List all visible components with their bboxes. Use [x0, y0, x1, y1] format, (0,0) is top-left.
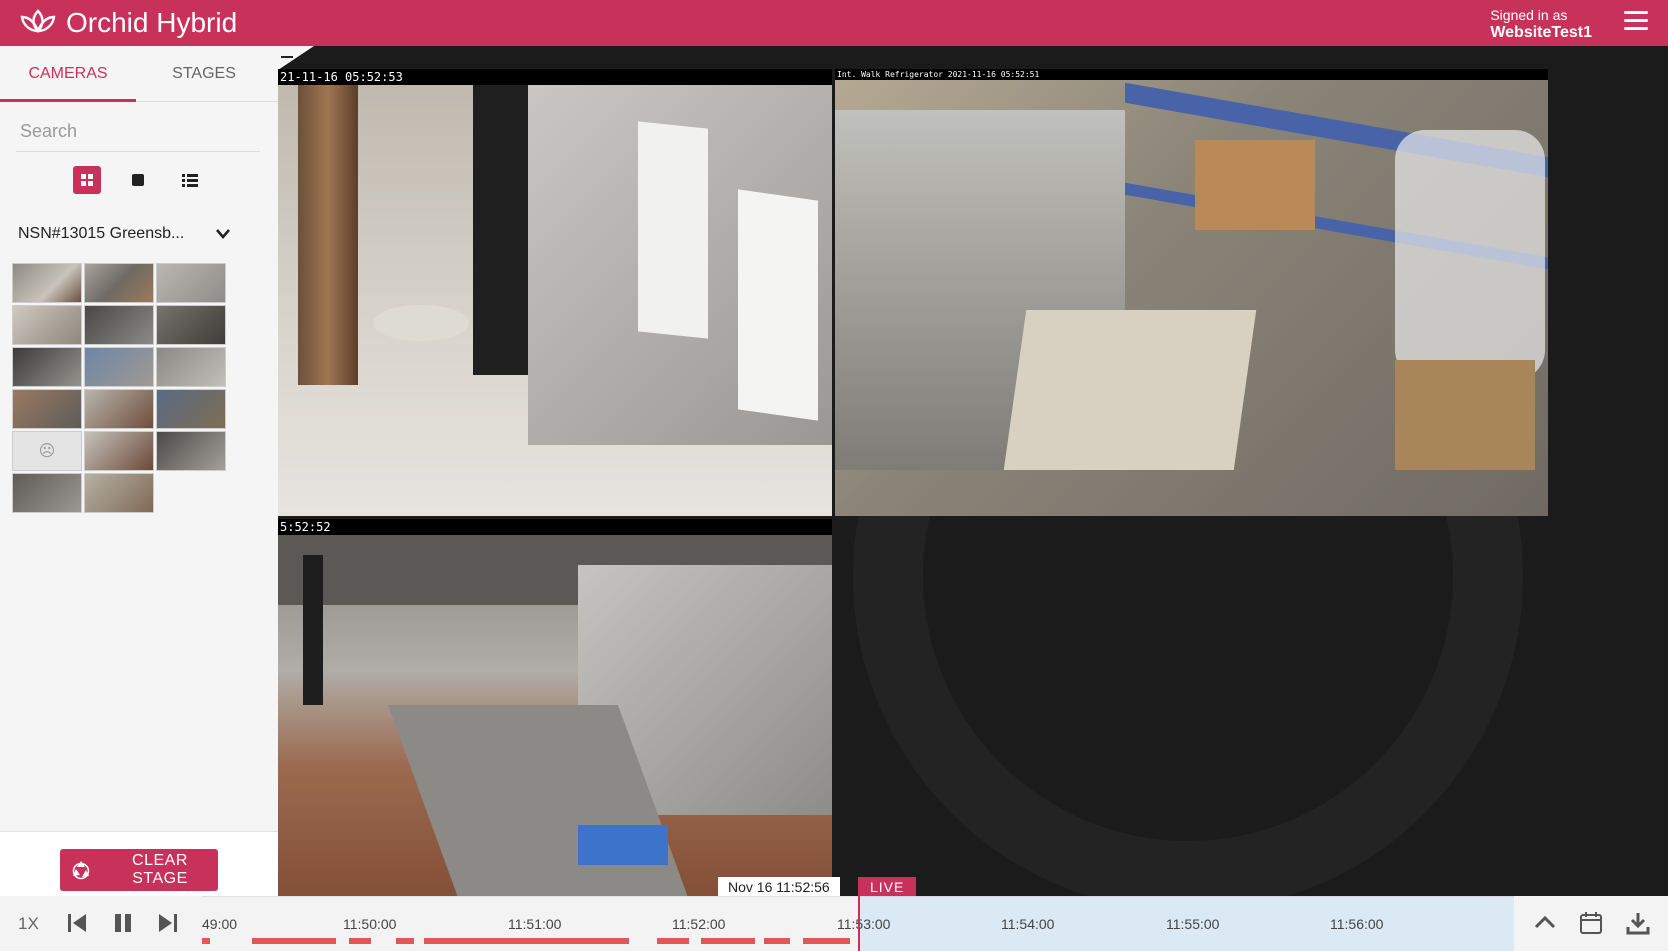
camera-thumbnail[interactable] [12, 305, 82, 345]
camera-thumbnail[interactable] [84, 347, 154, 387]
clear-stage-label: CLEAR STAGE [132, 852, 188, 887]
recording-segment [657, 938, 689, 944]
timeline-tick-label: 11:56:00 [1330, 916, 1384, 932]
playback-bar: 1X 49:00 11:50:00 11:51:00 11:52:00 11:5… [0, 896, 1668, 951]
camera-thumbnail[interactable] [84, 389, 154, 429]
camera-stage: 21-11-16 05:52:53 Int. Walk Refrigerator… [278, 46, 1668, 896]
skip-forward-icon[interactable] [155, 910, 181, 936]
camera-thumbnail[interactable] [84, 473, 154, 513]
camera-timestamp: 21-11-16 05:52:53 [278, 69, 832, 85]
camera-thumbnail[interactable] [156, 263, 226, 303]
camera-timestamp: 5:52:52 [278, 519, 832, 535]
tab-stages[interactable]: STAGES [136, 46, 272, 102]
tab-cameras[interactable]: CAMERAS [0, 46, 136, 102]
chevron-up-icon[interactable] [1532, 910, 1558, 936]
single-view-icon[interactable] [124, 166, 152, 194]
timeline-tick-label: 11:53:00 [837, 916, 891, 932]
hamburger-menu-icon[interactable] [1624, 11, 1648, 33]
download-icon[interactable] [1625, 910, 1651, 936]
search-input[interactable] [16, 112, 260, 152]
user-name: WebsiteTest1 [1490, 24, 1592, 41]
camera-thumbnail[interactable] [156, 431, 226, 471]
timeline-tick-label: 11:51:00 [508, 916, 562, 932]
top-bar: Orchid Hybrid Signed in as WebsiteTest1 [0, 0, 1668, 46]
site-selector[interactable]: NSN#13015 Greensb... [18, 220, 230, 248]
camera-thumbnail[interactable] [156, 347, 226, 387]
pause-icon[interactable] [110, 910, 136, 936]
camera-thumbnail[interactable] [12, 473, 82, 513]
timeline-tick-label: 11:52:00 [672, 916, 726, 932]
camera-view-walk-refrigerator[interactable]: Int. Walk Refrigerator 2021-11-16 05:52:… [835, 69, 1548, 516]
clear-stage-button[interactable]: CLEAR STAGE [60, 849, 218, 891]
camera-thumbnail[interactable] [156, 389, 226, 429]
camera-feed-walk-refrigerator [835, 80, 1548, 516]
recording-segment [349, 938, 371, 944]
app-title: Orchid Hybrid [66, 7, 238, 38]
camera-timestamp: Int. Walk Refrigerator 2021-11-16 05:52:… [835, 69, 1548, 80]
camera-offline-thumbnail[interactable]: ☹ [12, 431, 82, 471]
camera-thumbnail[interactable] [156, 305, 226, 345]
site-label: NSN#13015 Greensb... [18, 225, 185, 242]
camera-thumbnail[interactable] [12, 389, 82, 429]
timeline-tick-label: 11:54:00 [1001, 916, 1055, 932]
timeline-tick-label: 11:55:00 [1166, 916, 1220, 932]
sidebar-tabs: CAMERAS STAGES [0, 46, 278, 102]
camera-view-dining[interactable]: 21-11-16 05:52:53 [278, 69, 832, 516]
camera-view-kitchen[interactable]: 5:52:52 [278, 519, 832, 896]
recording-segment [803, 938, 850, 944]
playback-speed[interactable]: 1X [18, 914, 39, 934]
camera-thumbnail[interactable] [12, 347, 82, 387]
chevron-down-icon [216, 229, 230, 239]
skip-back-icon[interactable] [64, 910, 90, 936]
sad-face-icon: ☹ [38, 443, 56, 460]
orchid-logo-icon [20, 9, 56, 33]
collapse-sidebar-icon[interactable] [281, 56, 293, 58]
camera-thumbnail[interactable] [84, 305, 154, 345]
camera-thumbnail[interactable] [84, 431, 154, 471]
signed-in-info: Signed in as WebsiteTest1 [1490, 6, 1592, 42]
timeline-tick-label: 49:00 [202, 916, 238, 932]
timeline-track[interactable]: 49:00 11:50:00 11:51:00 11:52:00 11:53:0… [202, 896, 1514, 951]
signed-in-label: Signed in as [1490, 7, 1568, 23]
sidebar: CAMERAS STAGES NSN#13015 Greensb... ☹ [0, 46, 278, 951]
app-logo[interactable]: Orchid Hybrid [18, 7, 237, 39]
recording-segment [202, 938, 210, 944]
recording-segment [701, 938, 755, 944]
live-button[interactable]: LIVE [858, 877, 917, 897]
recording-segment [764, 938, 790, 944]
camera-thumbnail[interactable] [84, 263, 154, 303]
camera-feed-dining [278, 85, 832, 516]
playhead[interactable] [858, 896, 860, 951]
calendar-icon[interactable] [1578, 910, 1604, 936]
current-time-stamp: Nov 16 11:52:56 [718, 877, 840, 897]
list-view-icon[interactable] [176, 166, 204, 194]
timeline-tick-label: 11:50:00 [343, 916, 397, 932]
camera-feed-kitchen [278, 535, 832, 896]
recording-segment [396, 938, 414, 944]
camera-thumbnail[interactable] [12, 263, 82, 303]
recording-segment [252, 938, 336, 944]
recycle-icon [72, 861, 90, 880]
stage-corner [278, 46, 314, 70]
recording-segment [424, 938, 629, 944]
clear-stage-area: CLEAR STAGE [0, 831, 278, 897]
grid-view-icon[interactable] [73, 166, 101, 194]
